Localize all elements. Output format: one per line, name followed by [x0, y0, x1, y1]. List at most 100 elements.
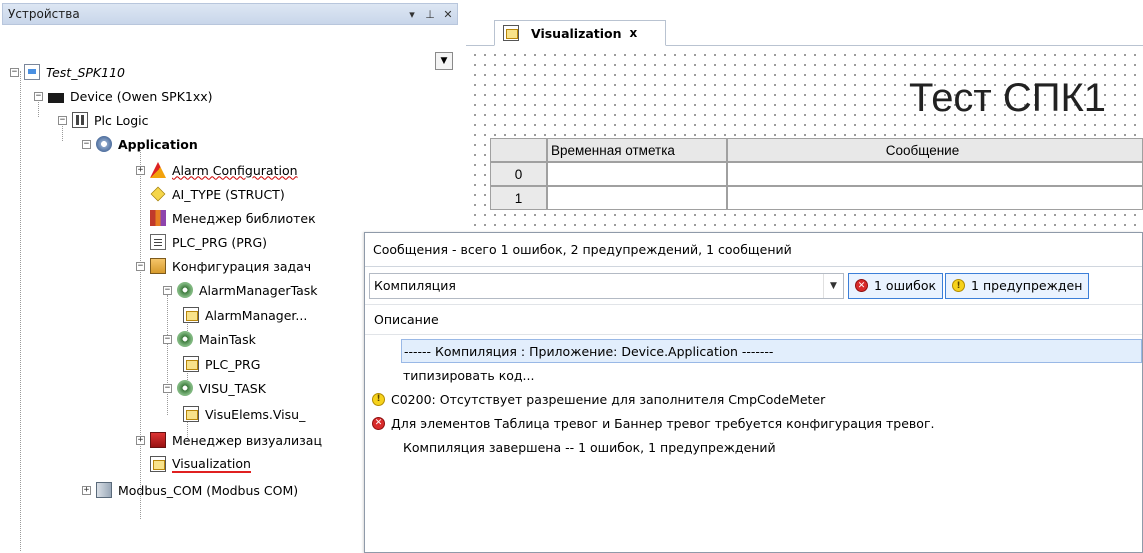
- tree-item-modbus-com[interactable]: + Modbus_COM (Modbus COM): [82, 478, 298, 502]
- collapse-icon[interactable]: −: [82, 139, 91, 149]
- tree-item-label: MainTask: [199, 331, 256, 347]
- tab-visualization[interactable]: Visualization x: [494, 20, 666, 46]
- message-text: Компиляция завершена -- 1 ошибок, 1 пред…: [403, 439, 776, 455]
- modbus-icon: [96, 482, 112, 498]
- panel-close-icon[interactable]: ✕: [439, 8, 457, 21]
- message-row[interactable]: типизировать код...: [365, 363, 1142, 387]
- table-row[interactable]: 1: [490, 186, 1143, 210]
- device-icon: [48, 92, 64, 103]
- collapse-icon[interactable]: −: [163, 334, 172, 344]
- table-row[interactable]: 0: [490, 162, 1143, 186]
- library-manager-icon: [150, 210, 166, 226]
- message-row[interactable]: ! C0200: Отсутствует разрешение для запо…: [365, 387, 1142, 411]
- tree-item-alarm-configuration[interactable]: + Alarm Configuration: [136, 158, 298, 182]
- errors-filter-label: 1 ошибок: [874, 278, 937, 293]
- tree-item-library-manager[interactable]: Менеджер библиотек: [150, 206, 316, 230]
- alarm-table-row-index: 1: [490, 186, 547, 210]
- visualization-icon: [503, 25, 519, 41]
- alarm-table[interactable]: Временная отметка Сообщение 0 1: [490, 138, 1143, 210]
- collapse-icon[interactable]: −: [34, 91, 43, 101]
- alarm-table-index-header: [490, 138, 547, 162]
- tree-item-label: AlarmManager...: [205, 307, 308, 323]
- alarm-table-timestamp-cell: [547, 186, 727, 210]
- program-icon: [150, 234, 166, 250]
- tree-item-visualization-manager[interactable]: + Менеджер визуализац: [136, 428, 322, 452]
- visualization-icon: [150, 456, 166, 472]
- visualization-icon: [183, 356, 199, 372]
- message-row[interactable]: ------ Компиляция : Приложение: Device.A…: [401, 339, 1142, 363]
- tree-item-visu-task[interactable]: − VISU_TASK: [163, 376, 266, 400]
- project-dropdown-button[interactable]: ▼: [435, 52, 453, 70]
- tree-item-label: VISU_TASK: [199, 380, 266, 396]
- tree-item-label: VisuElems.Visu_: [205, 406, 306, 422]
- tree-item-ai-type[interactable]: AI_TYPE (STRUCT): [150, 182, 285, 206]
- collapse-icon[interactable]: −: [10, 67, 19, 77]
- tree-item-plc-prg-call[interactable]: PLC_PRG: [183, 352, 260, 376]
- collapse-icon[interactable]: −: [136, 261, 145, 271]
- alarm-table-message-cell: [727, 186, 1143, 210]
- alarm-table-message-cell: [727, 162, 1143, 186]
- tree-item-plc-logic[interactable]: − Plc Logic: [58, 108, 149, 132]
- tree-item-label: AlarmManagerTask: [199, 282, 318, 298]
- devices-panel-title: Устройства: [8, 7, 80, 21]
- tree-item-alarm-manager-task[interactable]: − AlarmManagerTask: [163, 278, 318, 302]
- collapse-icon[interactable]: −: [163, 383, 172, 393]
- editor-tab-strip: Visualization x: [466, 10, 1143, 46]
- message-row[interactable]: Компиляция завершена -- 1 ошибок, 1 пред…: [365, 435, 1142, 459]
- alarm-configuration-icon: [150, 162, 166, 178]
- collapse-icon[interactable]: −: [163, 285, 172, 295]
- tree-item-application[interactable]: − Application: [82, 132, 198, 156]
- alarm-table-header: Временная отметка Сообщение: [490, 138, 1143, 162]
- visualization-title-label[interactable]: Тест СПК1: [909, 76, 1106, 121]
- tab-close-icon[interactable]: x: [630, 26, 638, 40]
- errors-filter-button[interactable]: ✕ 1 ошибок: [848, 272, 944, 299]
- panel-dropdown-icon[interactable]: ▾: [403, 8, 421, 21]
- tree-item-label: Менеджер визуализац: [172, 432, 322, 448]
- tree-item-plc-prg[interactable]: PLC_PRG (PRG): [150, 230, 267, 254]
- tree-item-alarm-manager-call[interactable]: AlarmManager...: [183, 303, 307, 327]
- collapse-icon[interactable]: −: [58, 115, 67, 125]
- tree-item-label: Application: [118, 136, 198, 152]
- tab-label: Visualization: [531, 25, 622, 41]
- tree-item-device[interactable]: − Device (Owen SPK1xx): [34, 84, 213, 108]
- struct-icon: [150, 186, 166, 202]
- tree-item-label: AI_TYPE (STRUCT): [172, 186, 285, 202]
- task-icon: [177, 331, 193, 347]
- message-source-value: Компиляция: [374, 278, 456, 293]
- messages-window: Сообщения - всего 1 ошибок, 2 предупрежд…: [364, 232, 1143, 553]
- tree-item-label: PLC_PRG (PRG): [172, 234, 268, 250]
- tree-item-label: Visualization: [172, 455, 251, 473]
- messages-column-description[interactable]: Описание: [365, 305, 1142, 335]
- alarm-table-timestamp-cell: [547, 162, 727, 186]
- tree-item-main-task[interactable]: − MainTask: [163, 327, 256, 351]
- tree-item-label: PLC_PRG: [205, 356, 261, 372]
- panel-pin-icon[interactable]: ⊥: [421, 8, 439, 21]
- tree-item-visualization[interactable]: Visualization: [150, 452, 251, 476]
- alarm-table-row-index: 0: [490, 162, 547, 186]
- message-text: типизировать код...: [403, 367, 535, 383]
- visualization-icon: [183, 307, 199, 323]
- warning-icon: !: [372, 392, 385, 406]
- task-configuration-icon: [150, 258, 166, 274]
- expand-icon[interactable]: +: [136, 165, 145, 175]
- tree-item-visu-elems-call[interactable]: VisuElems.Visu_: [183, 402, 305, 426]
- tree-item-label: Конфигурация задач: [172, 258, 312, 274]
- tree-item-label: Менеджер библиотек: [172, 210, 316, 226]
- warning-icon: !: [952, 279, 966, 292]
- application-gear-icon: [96, 136, 112, 152]
- alarm-table-message-header: Сообщение: [727, 138, 1143, 162]
- expand-icon[interactable]: +: [136, 435, 145, 445]
- tree-item-label: Plc Logic: [94, 112, 149, 128]
- tree-item-project[interactable]: − Test_SPK110: [10, 60, 125, 84]
- chevron-down-icon[interactable]: ▼: [823, 273, 843, 298]
- expand-icon[interactable]: +: [82, 485, 91, 495]
- tree-item-label: Alarm Configuration: [172, 162, 298, 178]
- project-icon: [24, 64, 40, 80]
- messages-toolbar: Компиляция ▼ ✕ 1 ошибок ! 1 предупрежден: [365, 267, 1142, 305]
- message-row[interactable]: ✕ Для элементов Таблица тревог и Баннер …: [365, 411, 1142, 435]
- message-source-select[interactable]: Компиляция ▼: [369, 272, 844, 299]
- warnings-filter-button[interactable]: ! 1 предупрежден: [945, 272, 1090, 299]
- tree-item-task-configuration[interactable]: − Конфигурация задач: [136, 254, 311, 278]
- alarm-table-timestamp-header: Временная отметка: [547, 138, 727, 162]
- devices-panel-header: Устройства ▾ ⊥ ✕: [2, 3, 458, 25]
